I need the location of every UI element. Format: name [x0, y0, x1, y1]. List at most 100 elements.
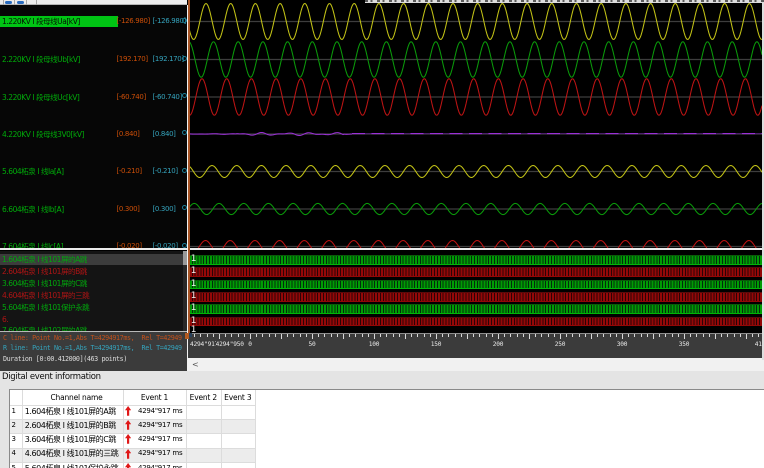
horizontal-scrollbar[interactable]: < [188, 358, 764, 371]
ruler-tick [380, 333, 382, 337]
c-cursor-value: [-0.210] [116, 167, 143, 176]
scroll-left-arrow[interactable]: < [192, 360, 199, 369]
digital-state-value: 1 [190, 278, 197, 289]
ruler-tick [473, 333, 475, 337]
c-cursor-value: [192.170] [116, 55, 149, 64]
ruler-tick [584, 333, 586, 337]
digital-channel-name: 3.604柘泉 I 线101屏的C跳 [2, 279, 87, 289]
blue-toolbar-icon[interactable] [16, 1, 24, 4]
channel-name: 4.220KV I 段母线3V0[kV] [2, 129, 84, 139]
channel-name: 5.604柘泉 I 线Ia[A] [2, 167, 64, 177]
ruler-tick [361, 333, 363, 337]
ruler-tick [231, 333, 233, 337]
ruler-tick [218, 333, 220, 340]
ruler-tick [609, 333, 611, 337]
ruler-tick [727, 333, 729, 337]
table-header[interactable]: Event 2 [190, 393, 217, 402]
channel-name: 6.604柘泉 I 线Ib[A] [2, 204, 64, 214]
analog-channel-row[interactable]: 3.220KV I 段母线Uc[kV] [-60.740] [-60.740] [0, 91, 187, 103]
digital-state-bar: 1 [189, 303, 763, 314]
ruler-tick [342, 333, 344, 340]
digital-event-section: Digital event information Channel name Ev… [0, 370, 764, 468]
ruler-tick [386, 333, 388, 337]
ruler-tick [547, 333, 549, 337]
digital-state-bar: 1 [189, 254, 763, 265]
duration-status: Duration [0:00.412000](463 points) [3, 354, 127, 363]
table-header[interactable]: Event 3 [224, 393, 251, 402]
table-cell: 1.604柘泉 I 线101屏的A跳 [24, 406, 116, 416]
time-ruler[interactable]: 4294"9174294"950050100150200250300350412 [187, 332, 764, 359]
waveform-analyzer-screen: 1.220KV I 段母线Ua[kV] [-126.980] [-126.980] 2… [0, 0, 764, 468]
digital-channel-row[interactable]: 5.604柘泉 I 线101保护永跳 [0, 301, 187, 313]
analog-channel-list[interactable]: 1.220KV I 段母线Ua[kV] [-126.980] [-126.980] 2… [0, 5, 187, 249]
toolbar-fragment-left[interactable] [0, 0, 187, 5]
analog-digital-separator[interactable] [0, 248, 764, 251]
table-header[interactable]: Channel name [50, 393, 102, 402]
digital-state-value: 1 [190, 266, 197, 277]
analog-channel-row[interactable]: 2.220KV I 段母线Ub[kV] [192.170] [192.170] [0, 54, 187, 66]
ruler-tick [553, 333, 555, 337]
r-cursor-value: [0.300] [152, 204, 176, 213]
r-cursor-marker[interactable] [189, 332, 193, 337]
ruler-tick [640, 333, 642, 337]
ruler-tick [652, 333, 654, 340]
ruler-tick [311, 333, 313, 340]
ruler-tick [733, 333, 735, 337]
ruler-tick [194, 333, 196, 337]
analog-channel-row[interactable]: 7.604柘泉 I 线Ic[A] [-0.020] [-0.020] [0, 241, 187, 248]
ruler-tick [460, 333, 462, 337]
ruler-tick [522, 333, 524, 337]
digital-channel-row[interactable]: 3.604柘泉 I 线101屏的C跳 [0, 277, 187, 289]
analog-channel-row[interactable]: 6.604柘泉 I 线Ib[A] [0.300] [0.300] [0, 203, 187, 215]
digital-event-table[interactable]: Channel name Event 1 Event 2 Event 3 1 1.604柘… [0, 371, 764, 468]
analog-waveforms [188, 2, 763, 249]
ruler-tick [504, 333, 506, 337]
ruler-tick [535, 333, 537, 337]
table-header[interactable]: Event 1 [141, 393, 168, 402]
table-cell: 4294"917 ms [138, 463, 183, 468]
ruler-tick [597, 333, 599, 337]
table-cell: 3 [11, 435, 16, 444]
digital-channel-row[interactable]: 2.604柘泉 I 线101屏的B跳 [0, 265, 187, 277]
c-line-status: C line: Point No.=1,Abs T=4294917ms, Rel… [3, 334, 182, 343]
ruler-tick [721, 333, 723, 337]
table-grid-line [9, 461, 255, 463]
digital-state-bar: 1 [189, 316, 763, 327]
digital-channel-row[interactable]: 4.604柘泉 I 线101屏的三跳 [0, 289, 187, 301]
ruler-tick [398, 333, 400, 337]
ruler-label: 100 [368, 340, 380, 348]
analog-channel-row[interactable]: 1.220KV I 段母线Ua[kV] [-126.980] [-126.980] [0, 15, 187, 28]
ruler-tick [702, 333, 704, 337]
digital-state-value: 1 [190, 303, 197, 314]
ruler-tick [324, 333, 326, 337]
table-cell: 1 [11, 406, 16, 415]
analog-channel-row[interactable]: 5.604柘泉 I 线Ia[A] [-0.210] [-0.210] [0, 166, 187, 178]
analog-channel-row[interactable]: 4.220KV I 段母线3V0[kV] [0.840] [0.840] [0, 128, 187, 140]
digital-channel-row[interactable]: 6. [0, 313, 187, 325]
c-cursor-value: [-60.740] [116, 92, 147, 101]
digital-channel-list[interactable]: 1.604柘泉 I 线101屏的A跳 2.604柘泉 I 线101屏的B跳 3.60… [0, 250, 187, 331]
ruler-tick [411, 333, 413, 337]
ruler-tick [448, 333, 450, 337]
table-grid-line [9, 404, 255, 406]
digital-channel-name: 1.604柘泉 I 线101屏的A跳 [2, 255, 87, 265]
toolbar-separator [35, 0, 37, 5]
ruler-tick [293, 333, 295, 337]
table-cell: 2 [11, 420, 16, 429]
cursor-status-panel: C line: Point No.=1,Abs T=4294917ms, Rel… [0, 331, 187, 371]
digital-state-bar: 1 [189, 278, 763, 290]
ruler-tick [318, 333, 320, 337]
c-cursor-line[interactable] [188, 0, 190, 333]
ruler-tick [268, 333, 270, 337]
ruler-tick [435, 333, 437, 340]
table-grid-line [22, 389, 23, 468]
ruler-tick [423, 333, 425, 337]
table-grid-line [186, 389, 187, 468]
ruler-tick [237, 333, 239, 337]
ruler-tick [274, 333, 276, 337]
blue-toolbar-icon[interactable] [4, 1, 12, 4]
digital-channel-row[interactable]: 1.604柘泉 I 线101屏的A跳 [0, 253, 187, 266]
r-cursor-value: [192.170] [152, 55, 185, 64]
ruler-tick [745, 333, 747, 340]
ruler-tick [305, 333, 307, 337]
